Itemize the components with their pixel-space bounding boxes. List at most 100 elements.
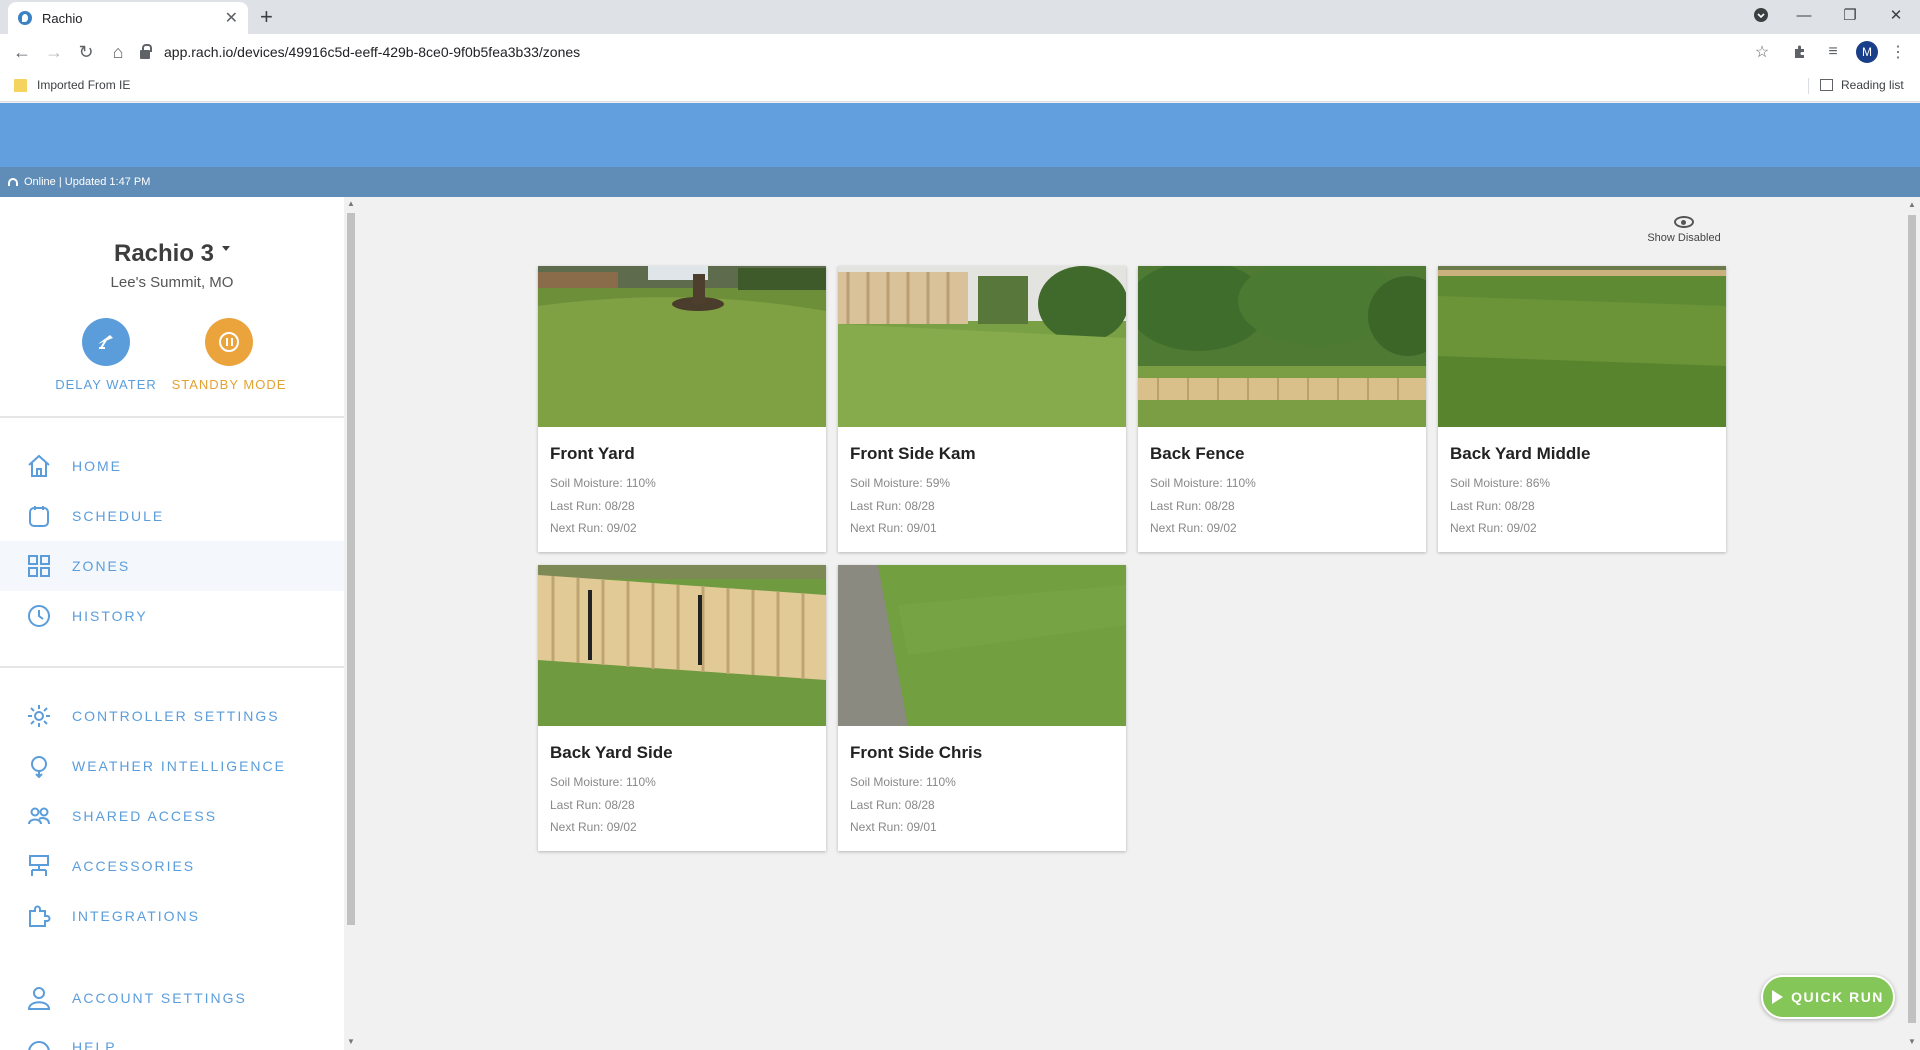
gear-icon — [26, 703, 52, 729]
zone-name: Front Yard — [550, 444, 635, 463]
nav-item-account-settings[interactable]: ACCOUNT SETTINGS — [0, 973, 344, 1023]
standby-mode-label[interactable]: STANDBY MODE — [164, 377, 294, 392]
tab-title: Rachio — [42, 10, 83, 26]
zone-card-back-yard-side[interactable]: Back Yard Side Soil Moisture: 110% Last … — [538, 565, 826, 851]
sidebar-scrollbar[interactable]: ▲ ▼ — [344, 197, 358, 1050]
zone-last-run: Last Run: 08/28 — [850, 499, 935, 513]
media-control-icon[interactable]: ≡ — [1821, 40, 1845, 64]
nav-item-weather-intelligence[interactable]: WEATHER INTELLIGENCE — [0, 741, 344, 791]
zone-next-run: Next Run: 09/02 — [550, 521, 637, 535]
zone-last-run: Last Run: 08/28 — [1450, 499, 1535, 513]
address-bar[interactable]: app.rach.io/devices/49916c5d-eeff-429b-8… — [140, 38, 1770, 66]
nav-item-label: HISTORY — [72, 608, 148, 624]
close-tab-icon[interactable]: ✕ — [225, 8, 238, 28]
zone-last-run: Last Run: 08/28 — [1150, 499, 1235, 513]
reload-button[interactable]: ↻ — [74, 40, 98, 64]
main-scroll-thumb[interactable] — [1908, 215, 1916, 1023]
umbrella-icon — [98, 335, 113, 349]
scroll-down-icon[interactable]: ▼ — [347, 1037, 355, 1046]
profile-avatar[interactable]: M — [1856, 41, 1878, 63]
nav-item-label: SCHEDULE — [72, 508, 165, 524]
show-disabled-toggle[interactable]: Show Disabled — [1644, 216, 1724, 244]
device-selector[interactable]: Rachio 3 — [0, 240, 344, 268]
zone-next-run: Next Run: 09/02 — [1450, 521, 1537, 535]
sidebar-divider — [0, 416, 344, 418]
restore-button[interactable]: ❐ — [1827, 0, 1873, 30]
zone-soil-moisture: Soil Moisture: 110% — [850, 775, 956, 789]
zone-next-run: Next Run: 09/01 — [850, 521, 937, 535]
zone-card-back-yard-middle[interactable]: Back Yard Middle Soil Moisture: 86% Last… — [1438, 266, 1726, 552]
help-icon — [26, 1039, 52, 1050]
zone-card-front-side-chris[interactable]: Front Side Chris Soil Moisture: 110% Las… — [838, 565, 1126, 851]
zone-photo — [838, 266, 1128, 427]
status-text: Online | Updated 1:47 PM — [24, 176, 151, 188]
nav-item-home[interactable]: HOME — [0, 441, 344, 491]
nav-item-schedule[interactable]: SCHEDULE — [0, 491, 344, 541]
nav-item-label: CONTROLLER SETTINGS — [72, 708, 280, 724]
home-button[interactable]: ⌂ — [106, 40, 130, 64]
browser-tab[interactable]: Rachio ✕ — [8, 2, 248, 34]
sidebar-scroll-thumb[interactable] — [347, 213, 355, 925]
nav-item-help[interactable]: HELP — [0, 1023, 344, 1050]
quick-run-button[interactable]: QUICK RUN — [1761, 975, 1895, 1019]
caret-down-icon — [222, 246, 231, 252]
zone-last-run: Last Run: 08/28 — [850, 798, 935, 812]
sidebar-divider — [0, 666, 344, 668]
delay-water-label[interactable]: DELAY WATER — [46, 377, 166, 392]
bookmark-folder[interactable]: Imported From IE — [14, 78, 130, 92]
scroll-down-icon[interactable]: ▼ — [1908, 1037, 1916, 1046]
device-name: Rachio 3 — [113, 240, 215, 267]
zone-card-back-fence[interactable]: Back Fence Soil Moisture: 110% Last Run:… — [1128, 256, 1448, 552]
quick-run-label: QUICK RUN — [1791, 989, 1884, 1005]
zone-soil-moisture: Soil Moisture: 110% — [550, 775, 656, 789]
zone-next-run: Next Run: 09/02 — [550, 820, 637, 834]
device-location: Lee's Summit, MO — [110, 274, 234, 291]
zone-card-front-side-kam[interactable]: Front Side Kam Soil Moisture: 59% Last R… — [838, 266, 1128, 552]
calendar-icon — [26, 503, 52, 529]
tab-search-icon[interactable] — [1738, 0, 1784, 30]
people-icon — [26, 803, 52, 829]
accessories-icon — [26, 853, 52, 879]
delay-water-button[interactable] — [82, 318, 130, 366]
zone-card-front-yard[interactable]: Front Yard Soil Moisture: 110% Last Run:… — [538, 266, 826, 552]
nav-item-history[interactable]: HISTORY — [0, 591, 344, 641]
minimize-button[interactable]: — — [1781, 0, 1827, 30]
nav-item-integrations[interactable]: INTEGRATIONS — [0, 891, 344, 941]
clock-icon — [26, 603, 52, 629]
home-icon — [26, 453, 52, 479]
nav-item-label: SHARED ACCESS — [72, 808, 218, 824]
forward-button[interactable]: → — [42, 40, 66, 64]
scroll-up-icon[interactable]: ▲ — [347, 199, 355, 208]
bookmark-folder-label: Imported From IE — [37, 78, 131, 92]
zone-photo — [538, 266, 826, 427]
browser-tab-bar: Rachio ✕ + — ❐ ✕ — [0, 0, 1920, 34]
person-icon — [26, 985, 52, 1011]
scroll-up-icon[interactable]: ▲ — [1908, 200, 1916, 209]
nav-item-controller-settings[interactable]: CONTROLLER SETTINGS — [0, 691, 344, 741]
new-tab-button[interactable]: + — [260, 4, 273, 30]
zone-photo — [538, 565, 826, 726]
nav-item-label: ACCESSORIES — [72, 858, 196, 874]
browser-menu-icon[interactable]: ⋮ — [1886, 40, 1910, 64]
back-button[interactable]: ← — [10, 40, 34, 64]
bookmarks-divider — [1808, 78, 1809, 94]
zone-soil-moisture: Soil Moisture: 86% — [1450, 476, 1551, 490]
nav-item-zones[interactable]: ZONES — [0, 541, 344, 591]
zone-soil-moisture: Soil Moisture: 110% — [550, 476, 656, 490]
bookmark-star-icon[interactable]: ☆ — [1750, 40, 1774, 64]
reading-list-button[interactable]: Reading list — [1820, 78, 1904, 92]
nav-item-label: HOME — [72, 458, 122, 474]
close-window-button[interactable]: ✕ — [1873, 0, 1919, 30]
nav-item-label: WEATHER INTELLIGENCE — [72, 758, 286, 774]
standby-mode-button[interactable] — [205, 318, 253, 366]
zone-next-run: Next Run: 09/01 — [850, 820, 937, 834]
main-scrollbar[interactable]: ▲ ▼ — [1904, 197, 1920, 1050]
zone-name: Front Side Kam — [850, 444, 976, 463]
nav-item-label: INTEGRATIONS — [72, 908, 200, 924]
nav-item-shared-access[interactable]: SHARED ACCESS — [0, 791, 344, 841]
extensions-icon[interactable] — [1788, 40, 1812, 64]
browser-toolbar: ← → ↻ ⌂ app.rach.io/devices/49916c5d-eef… — [0, 34, 1920, 70]
status-strip: Online | Updated 1:47 PM — [0, 167, 1920, 197]
pause-icon — [219, 332, 239, 352]
nav-item-accessories[interactable]: ACCESSORIES — [0, 841, 344, 891]
